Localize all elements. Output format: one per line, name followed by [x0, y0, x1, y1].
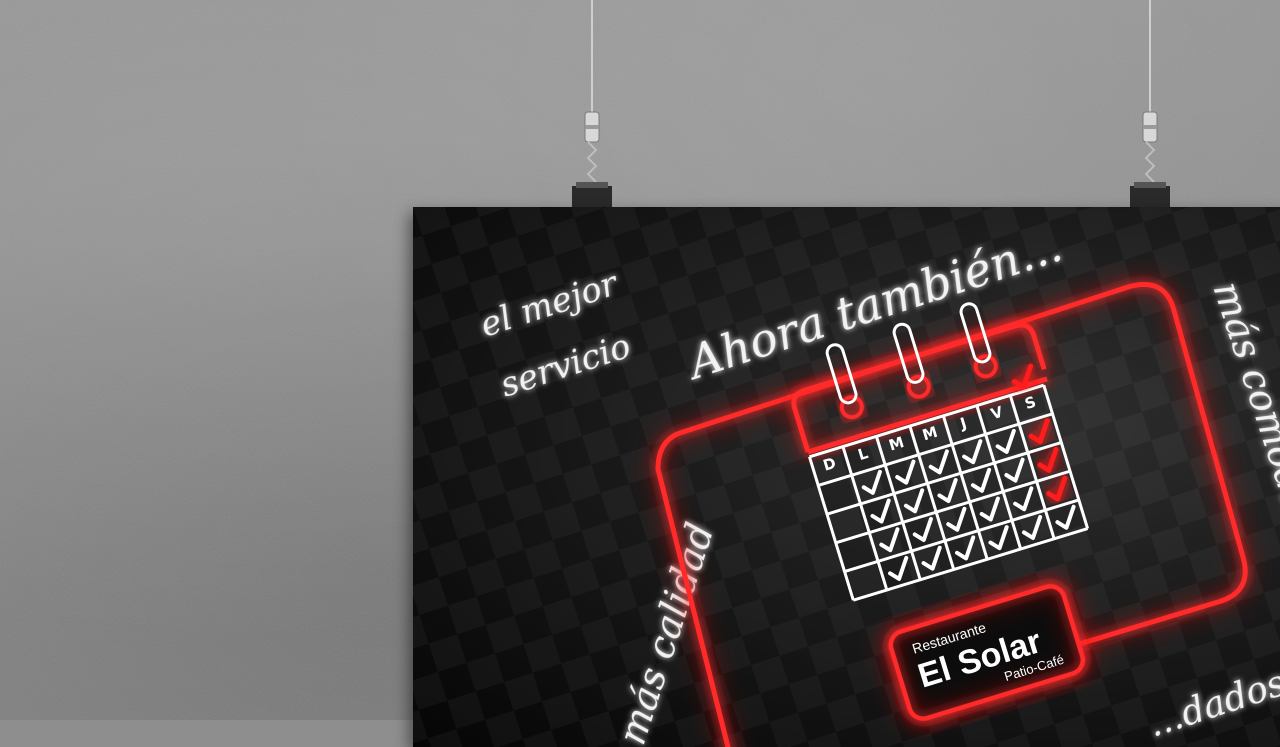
poster-artwork: el mejor servicio Ahora también... más c…	[413, 207, 1280, 747]
poster-hanger-left	[568, 0, 618, 215]
poster-hanger-right	[1126, 0, 1176, 215]
restaurant-poster: el mejor servicio Ahora también... más c…	[413, 207, 1280, 747]
